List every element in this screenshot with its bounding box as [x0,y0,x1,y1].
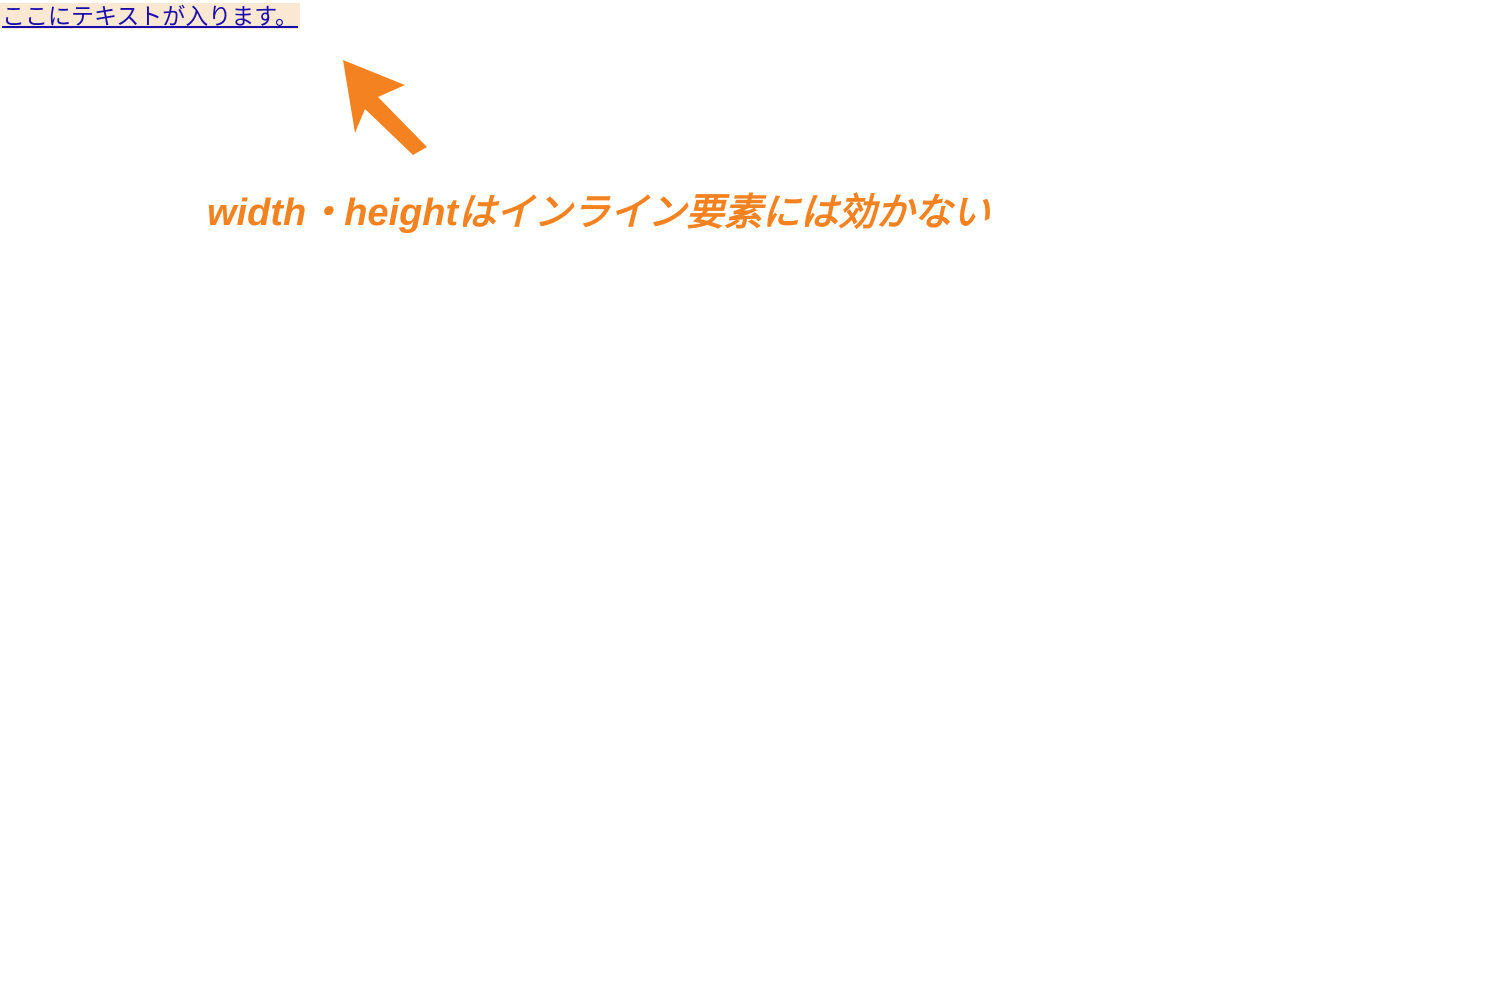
annotation-caption: width・heightはインライン要素には効かない [207,181,990,236]
demo-inline-link[interactable]: ここにテキストが入ります。 [0,3,300,29]
pointer-arrow-icon [335,55,435,160]
